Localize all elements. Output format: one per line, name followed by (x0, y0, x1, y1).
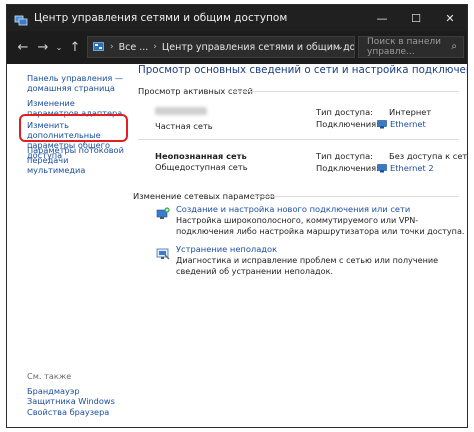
sidebar: Панель управления — домашняя страница Из… (7, 64, 128, 427)
connections-label: Подключения: (316, 163, 379, 173)
network-type: Общедоступная сеть (155, 162, 248, 172)
connection-name: Ethernet 2 (390, 163, 434, 173)
troubleshoot-link[interactable]: Устранение неполадок (176, 244, 277, 254)
window-title: Центр управления сетями и общим доступом (34, 12, 288, 24)
network-center-icon (14, 12, 28, 26)
address-dropdown-icon[interactable]: ⌄ (337, 42, 344, 51)
search-placeholder: Поиск в панели управле... (367, 37, 441, 57)
network-type: Частная сеть (155, 121, 213, 131)
forward-button[interactable]: → (33, 36, 53, 60)
address-bar[interactable]: › Все ... › Центр управления сетями и об… (87, 36, 355, 58)
new-connection-link[interactable]: Создание и настройка нового подключения … (176, 204, 410, 214)
new-connection-icon (156, 206, 170, 220)
minimize-button[interactable]: — (365, 5, 399, 31)
sidebar-link-media-streaming[interactable]: Параметры потоковой передачи мультимедиа (27, 145, 127, 175)
troubleshoot-description: Диагностика и исправление проблем с сеть… (176, 255, 439, 276)
content-area: Панель управления — домашняя страница Из… (7, 64, 468, 427)
search-input[interactable]: Поиск в панели управле... ⌕ (358, 36, 464, 58)
connection-link-ethernet-2[interactable]: Ethernet 2 (377, 163, 434, 173)
access-type-label: Тип доступа: (316, 107, 373, 117)
divider (233, 91, 459, 92)
breadcrumb-separator: › (153, 42, 157, 52)
highlight-frame (19, 114, 128, 142)
breadcrumb-all-items[interactable]: Все ... (119, 42, 149, 53)
access-type-label: Тип доступа: (316, 151, 373, 161)
up-button[interactable]: ↑ (65, 36, 85, 60)
page-title: Просмотр основных сведений о сети и наст… (138, 64, 468, 76)
main-panel: Просмотр основных сведений о сети и наст… (128, 64, 468, 427)
access-type-value: Без доступа к сети (389, 151, 468, 161)
window: Центр управления сетями и общим доступом… (6, 4, 468, 428)
breadcrumb-network-center[interactable]: Центр управления сетями и общим доступом (162, 42, 354, 53)
connection-link-ethernet[interactable]: Ethernet (377, 119, 426, 129)
sidebar-link-firewall[interactable]: Брандмауэр Защитника Windows (27, 386, 127, 406)
title-bar: Центр управления сетями и общим доступом… (7, 5, 467, 31)
recent-locations-button[interactable]: ⌄ (53, 36, 65, 60)
divider (138, 139, 459, 140)
network-name: Неопознанная сеть (155, 151, 247, 161)
back-button[interactable]: ← (13, 36, 33, 60)
maximize-button[interactable]: ☐ (399, 5, 433, 31)
see-also-label: См. также (27, 371, 72, 381)
navigation-bar: ← → ⌄ ↑ › Все ... › Центр управления сет… (7, 31, 467, 64)
control-panel-icon (93, 42, 104, 52)
breadcrumb-separator: › (110, 42, 114, 52)
close-button[interactable]: ✕ (433, 5, 467, 31)
sidebar-link-browser-properties[interactable]: Свойства браузера (27, 407, 127, 417)
divider (251, 196, 459, 197)
new-connection-description: Настройка широкополосного, коммутируемог… (176, 215, 465, 236)
ethernet-icon (377, 119, 387, 129)
troubleshoot-icon (156, 246, 170, 260)
ethernet-icon (377, 163, 387, 173)
connections-label: Подключения: (316, 119, 379, 129)
connection-name: Ethernet (390, 119, 426, 129)
access-type-value: Интернет (389, 107, 432, 117)
search-icon[interactable]: ⌕ (451, 41, 457, 52)
window-controls: — ☐ ✕ (365, 5, 467, 31)
sidebar-link-home[interactable]: Панель управления — домашняя страница (27, 73, 127, 93)
network-name-redacted (155, 107, 207, 115)
